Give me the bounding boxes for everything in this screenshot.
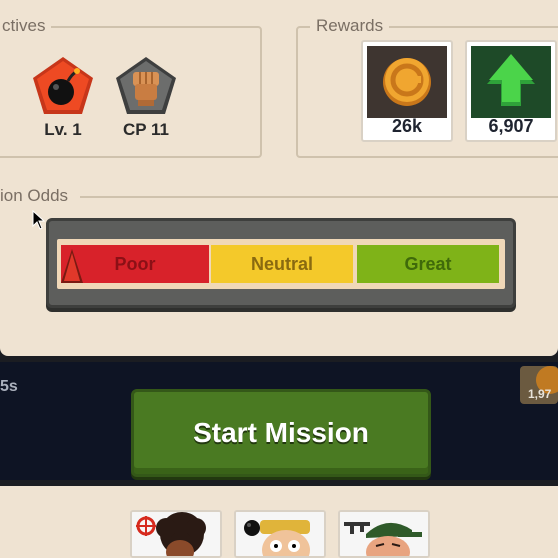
bomb-icon (244, 520, 260, 536)
reward-xp-card[interactable]: 6,907 (465, 40, 557, 142)
up-arrow-icon (471, 46, 551, 118)
odds-segment-neutral: Neutral (211, 245, 353, 283)
odds-segment-great: Great (357, 245, 499, 283)
squad-member-card[interactable] (130, 510, 222, 558)
reward-xp-value: 6,907 (488, 116, 534, 136)
reward-coins-value: 26k (391, 116, 423, 136)
odds-marker-icon (61, 249, 83, 283)
fist-icon (116, 57, 176, 114)
squad-member-card[interactable] (338, 510, 430, 558)
odds-meter: Poor Neutral Great (46, 218, 516, 308)
difficulty-label: Lv. 1 (44, 120, 82, 139)
odds-divider (80, 196, 558, 198)
objectives-title: ctives (0, 16, 52, 36)
soldier-afro-avatar (132, 512, 220, 556)
mission-panel: ctives Lv. 1 CP 11 Rewards 26k 6,907 ion… (0, 0, 558, 356)
squad-member-card[interactable] (234, 510, 326, 558)
rewards-title: Rewards (310, 16, 390, 36)
start-mission-button[interactable]: Start Mission (131, 389, 431, 477)
timer-text: 5s (0, 378, 18, 395)
coin-icon (367, 46, 447, 118)
difficulty-badge[interactable]: Lv. 1 (30, 54, 96, 140)
reward-coins-card[interactable]: 26k (361, 40, 453, 142)
combat-power-label: CP 11 (122, 120, 169, 139)
side-reward-value: 1,97 (528, 387, 552, 401)
mouse-cursor-icon (32, 210, 46, 230)
combat-power-badge[interactable]: CP 11 (113, 54, 179, 140)
odds-title: ion Odds (0, 186, 75, 206)
soldier-cap-avatar (340, 512, 428, 556)
bomb-icon (33, 57, 93, 114)
odds-bar: Poor Neutral Great (57, 239, 505, 289)
soldier-blonde-avatar (236, 512, 324, 556)
